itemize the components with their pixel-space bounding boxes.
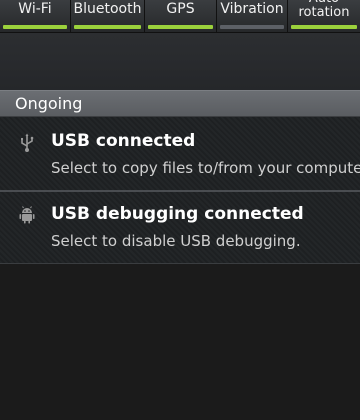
ongoing-section-header: Ongoing: [0, 90, 360, 117]
bluetooth-status-bar: [74, 25, 141, 29]
quick-settings-spacer: [0, 32, 360, 90]
usb-debugging-notification[interactable]: USB debugging connected Select to disabl…: [0, 192, 360, 263]
usb-icon: [21, 133, 34, 152]
wifi-status-bar: [3, 25, 67, 29]
auto-rotation-toggle-label: Auto rotation: [298, 0, 350, 20]
quick-settings-bar: Wi-Fi Bluetooth GPS Vibration Auto rotat…: [0, 0, 360, 32]
android-debug-icon: [19, 206, 35, 224]
bluetooth-toggle[interactable]: Bluetooth: [71, 0, 145, 32]
notification-text: Select to disable USB debugging.: [51, 232, 301, 250]
wifi-toggle[interactable]: Wi-Fi: [0, 0, 71, 32]
wifi-toggle-label: Wi-Fi: [18, 1, 52, 17]
notification-title: USB debugging connected: [51, 204, 304, 224]
gps-toggle[interactable]: GPS: [145, 0, 217, 32]
empty-area: [0, 264, 360, 420]
auto-rotation-toggle[interactable]: Auto rotation: [288, 0, 360, 32]
notification-text: Select to copy files to/from your comput…: [51, 159, 360, 177]
vibration-toggle[interactable]: Vibration: [217, 0, 288, 32]
usb-connected-notification[interactable]: USB connected Select to copy files to/fr…: [0, 117, 360, 191]
vibration-toggle-label: Vibration: [220, 1, 284, 17]
auto-rotation-status-bar: [291, 25, 357, 29]
gps-toggle-label: GPS: [166, 1, 195, 17]
section-title: Ongoing: [15, 94, 83, 113]
gps-status-bar: [148, 25, 213, 29]
bluetooth-toggle-label: Bluetooth: [73, 1, 142, 17]
notification-title: USB connected: [51, 131, 196, 151]
vibration-status-bar: [220, 25, 284, 29]
